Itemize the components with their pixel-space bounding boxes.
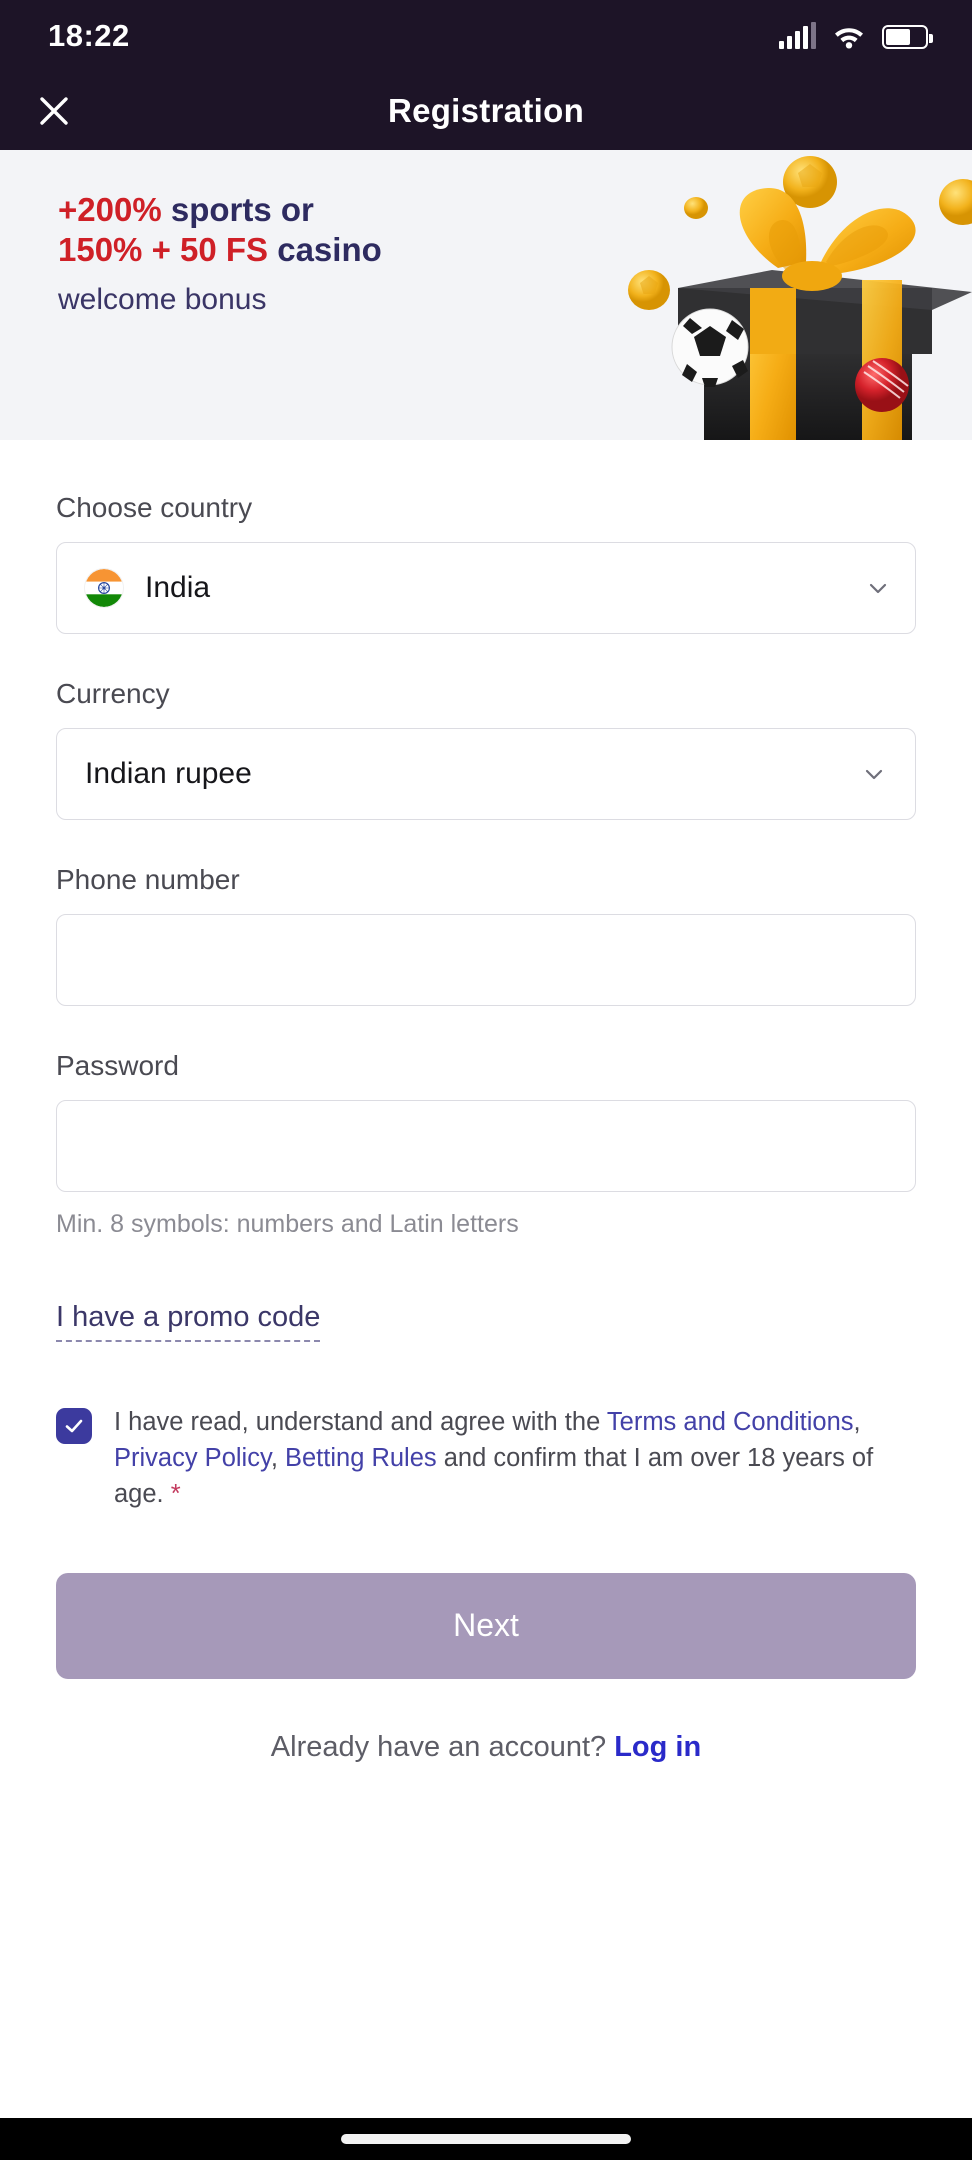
chevron-down-icon[interactable]: [865, 575, 891, 601]
promo-banner: +200% sports or 150% + 50 FS casino welc…: [0, 150, 972, 440]
status-icons: [779, 22, 933, 49]
status-time: 18:22: [48, 18, 130, 53]
password-label: Password: [56, 1050, 179, 1081]
chevron-down-icon[interactable]: [861, 761, 887, 787]
home-indicator-bar: [0, 2118, 972, 2160]
currency-label: Currency: [56, 678, 170, 709]
banner-highlight-2: 150% + 50 FS: [58, 231, 269, 269]
country-value: India: [145, 571, 211, 604]
close-icon[interactable]: [30, 87, 78, 135]
betting-rules-link[interactable]: Betting Rules: [285, 1444, 437, 1472]
banner-line-1: +200% sports or: [58, 190, 972, 230]
terms-text: I have read, understand and agree with t…: [114, 1404, 916, 1513]
signal-bars-icon: [779, 22, 816, 49]
terms-checkbox[interactable]: [56, 1408, 92, 1444]
login-row: Already have an account? Log in: [56, 1731, 916, 1764]
battery-icon: [882, 25, 933, 49]
india-flag-icon: [85, 569, 123, 607]
page-title: Registration: [387, 92, 585, 129]
password-field: Password Min. 8 symbols: numbers and Lat…: [56, 1050, 916, 1239]
terms-sep-2: ,: [270, 1444, 285, 1473]
banner-highlight-1: +200%: [58, 191, 162, 228]
currency-select[interactable]: Indian rupee: [56, 728, 916, 820]
phone-field: Phone number: [56, 864, 916, 1006]
terms-and-conditions-link[interactable]: Terms and Conditions: [607, 1408, 854, 1436]
banner-rest-1: sports or: [161, 191, 314, 228]
password-input[interactable]: [85, 1129, 887, 1163]
currency-value: Indian rupee: [85, 757, 252, 790]
next-button[interactable]: Next: [56, 1572, 916, 1679]
privacy-policy-link[interactable]: Privacy Policy: [114, 1444, 271, 1472]
password-hint: Min. 8 symbols: numbers and Latin letter…: [56, 1210, 519, 1238]
registration-screen: 18:22 Registration +200% sports or 150% …: [0, 0, 972, 2160]
promo-code-link[interactable]: I have a promo code: [56, 1301, 321, 1342]
check-icon: [65, 1419, 83, 1433]
app-header: Registration: [0, 72, 972, 150]
country-select[interactable]: India: [56, 542, 916, 634]
home-indicator[interactable]: [341, 2134, 631, 2144]
status-bar: 18:22: [0, 0, 972, 72]
login-prompt: Already have an account?: [270, 1730, 615, 1763]
password-input-wrap[interactable]: [56, 1100, 916, 1192]
phone-input[interactable]: [85, 943, 887, 977]
banner-line-2: 150% + 50 FS casino: [58, 230, 972, 270]
phone-input-wrap[interactable]: [56, 914, 916, 1006]
country-field: Choose country India: [56, 492, 916, 634]
required-mark: *: [170, 1480, 181, 1509]
country-label: Choose country: [56, 492, 253, 523]
wifi-icon: [835, 28, 863, 49]
terms-sep-1: ,: [853, 1408, 861, 1436]
banner-rest-2: casino: [268, 231, 382, 269]
phone-label: Phone number: [56, 864, 240, 895]
terms-part-1: I have read, understand and agree with t…: [114, 1408, 607, 1436]
registration-form: Choose country India Currency Indian rup…: [0, 492, 972, 1764]
currency-field: Currency Indian rupee: [56, 678, 916, 820]
log-in-link[interactable]: Log in: [614, 1731, 701, 1763]
banner-text: +200% sports or 150% + 50 FS casino welc…: [0, 150, 972, 317]
terms-row: I have read, understand and agree with t…: [56, 1404, 916, 1513]
banner-subline: welcome bonus: [58, 282, 267, 316]
